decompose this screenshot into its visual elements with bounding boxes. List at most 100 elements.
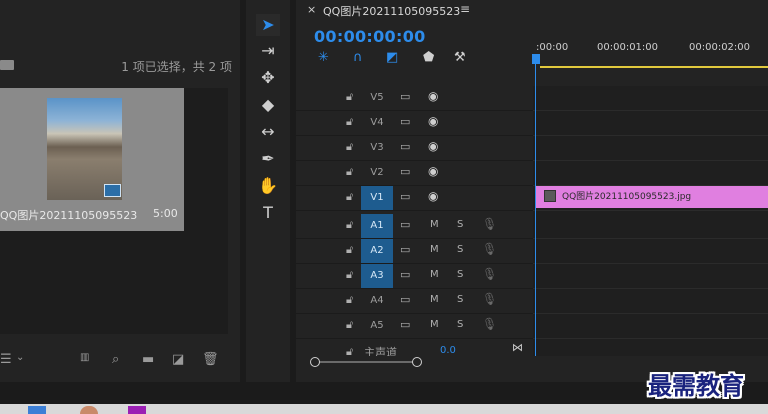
ripple-edit-tool-icon[interactable]: ✥ — [256, 67, 280, 89]
track-header-a2: 🔓︎ A2 ▭ M S 🎙︎ — [296, 239, 533, 264]
playhead-line[interactable] — [535, 64, 536, 356]
settings-wrench-icon[interactable]: ⚒ — [454, 50, 466, 65]
solo-button[interactable]: S — [457, 244, 463, 255]
type-tool-icon[interactable]: T — [256, 202, 280, 224]
lock-icon[interactable]: 🔓︎ — [346, 190, 353, 204]
mic-icon[interactable]: 🎙︎ — [482, 267, 497, 281]
eye-icon[interactable]: ◉ — [428, 189, 438, 203]
master-volume-value[interactable]: 0.0 — [440, 345, 456, 356]
sync-lock-icon[interactable]: ▭ — [400, 318, 410, 331]
add-marker-icon[interactable]: ⬟ — [423, 50, 434, 65]
selection-tool-icon[interactable]: ➤ — [256, 14, 280, 36]
track-name[interactable]: V4 — [361, 111, 393, 135]
eye-icon[interactable]: ◉ — [428, 89, 438, 103]
fx-badge-icon — [544, 190, 556, 202]
track-name[interactable]: A1 — [361, 214, 393, 238]
lane-v5[interactable] — [533, 86, 768, 111]
playhead-handle[interactable] — [532, 54, 540, 64]
track-name[interactable]: V5 — [361, 86, 393, 110]
lock-icon[interactable]: 🔓︎ — [346, 140, 353, 154]
track-name[interactable]: V3 — [361, 136, 393, 160]
lock-icon[interactable]: 🔓︎ — [346, 90, 353, 104]
track-name[interactable]: V2 — [361, 161, 393, 185]
solo-button[interactable]: S — [457, 219, 463, 230]
mic-icon[interactable]: 🎙︎ — [482, 292, 497, 306]
track-header-a4: 🔓︎ A4 ▭ M S 🎙︎ — [296, 289, 533, 314]
track-name[interactable]: A2 — [361, 239, 393, 263]
sync-lock-icon[interactable]: ▭ — [400, 190, 410, 203]
lock-icon[interactable]: 🔓︎ — [346, 268, 353, 282]
track-name[interactable]: A5 — [361, 314, 393, 338]
lock-icon[interactable]: 🔓︎ — [346, 243, 353, 257]
lock-icon[interactable]: 🔓︎ — [346, 165, 353, 179]
eye-icon[interactable]: ◉ — [428, 139, 438, 153]
lane-a4[interactable] — [533, 289, 768, 314]
razor-tool-icon[interactable]: ◆ — [256, 94, 280, 116]
taskbar-app-icon[interactable] — [80, 406, 98, 414]
storyboard-icon[interactable]: ▥ — [80, 352, 89, 363]
taskbar-app-icon[interactable] — [128, 406, 146, 414]
ruler-label: :00:00 — [536, 42, 569, 53]
lane-a3[interactable] — [533, 264, 768, 289]
mic-icon[interactable]: 🎙︎ — [482, 217, 497, 231]
sync-lock-icon[interactable]: ▭ — [400, 90, 410, 103]
solo-button[interactable]: S — [457, 269, 463, 280]
mute-button[interactable]: M — [430, 319, 439, 330]
mute-button[interactable]: M — [430, 244, 439, 255]
sync-lock-icon[interactable]: ▭ — [400, 268, 410, 281]
scroll-handle-right[interactable] — [412, 357, 422, 367]
zoom-scrollbar[interactable] — [314, 361, 418, 363]
slip-tool-icon[interactable]: ↔ — [256, 121, 280, 143]
new-item-icon[interactable]: ◪ — [172, 352, 184, 367]
mute-button[interactable]: M — [430, 269, 439, 280]
taskbar-app-icon[interactable] — [28, 406, 46, 414]
track-lanes[interactable] — [533, 86, 768, 356]
mute-button[interactable]: M — [430, 219, 439, 230]
linked-selection-icon[interactable]: ◩ — [386, 50, 398, 65]
scroll-handle-left[interactable] — [310, 357, 320, 367]
pen-tool-icon[interactable]: ✒ — [256, 148, 280, 170]
work-area-bar[interactable] — [540, 66, 768, 68]
list-view-icon[interactable]: ☰ — [0, 352, 12, 367]
snap-icon[interactable]: ∩ — [353, 50, 363, 65]
trash-icon[interactable]: 🗑 — [202, 352, 219, 367]
sync-lock-icon[interactable]: ▭ — [400, 243, 410, 256]
sync-lock-icon[interactable]: ▭ — [400, 140, 410, 153]
lane-a5[interactable] — [533, 314, 768, 339]
lane-v4[interactable] — [533, 111, 768, 136]
eye-icon[interactable]: ◉ — [428, 114, 438, 128]
track-select-tool-icon[interactable]: ⇥ — [256, 40, 280, 62]
lock-icon[interactable]: 🔓︎ — [346, 318, 353, 332]
lane-a1[interactable] — [533, 214, 768, 239]
track-name[interactable]: A4 — [361, 289, 393, 313]
eye-icon[interactable]: ◉ — [428, 164, 438, 178]
new-bin-icon[interactable]: ▬ — [142, 352, 154, 367]
solo-button[interactable]: S — [457, 319, 463, 330]
sync-lock-icon[interactable]: ▭ — [400, 218, 410, 231]
go-to-end-icon[interactable]: ⋈ — [512, 341, 523, 354]
close-icon[interactable]: × — [307, 3, 316, 16]
lock-icon[interactable]: 🔓︎ — [346, 115, 353, 129]
find-icon[interactable]: ⌕ — [112, 352, 119, 367]
mic-icon[interactable]: 🎙︎ — [482, 242, 497, 256]
solo-button[interactable]: S — [457, 294, 463, 305]
lane-v3[interactable] — [533, 136, 768, 161]
nest-icon[interactable]: ✳ — [318, 50, 329, 65]
menu-icon[interactable]: ≡ — [460, 2, 470, 16]
playhead-timecode[interactable]: 00:00:00:00 — [314, 27, 426, 46]
clip-label: QQ图片20211105095523.jpg — [562, 192, 692, 202]
mute-button[interactable]: M — [430, 294, 439, 305]
track-name[interactable]: V1 — [361, 186, 393, 210]
sync-lock-icon[interactable]: ▭ — [400, 115, 410, 128]
chevron-down-icon[interactable]: ⌄ — [16, 352, 24, 363]
mic-icon[interactable]: 🎙︎ — [482, 317, 497, 331]
lane-v2[interactable] — [533, 161, 768, 186]
lock-icon[interactable]: 🔓︎ — [346, 293, 353, 307]
hand-tool-icon[interactable]: ✋ — [256, 175, 280, 197]
sync-lock-icon[interactable]: ▭ — [400, 165, 410, 178]
lane-a2[interactable] — [533, 239, 768, 264]
track-name[interactable]: A3 — [361, 264, 393, 288]
lock-icon[interactable]: 🔓︎ — [346, 218, 353, 232]
sync-lock-icon[interactable]: ▭ — [400, 293, 410, 306]
timeline-tab-title[interactable]: QQ图片20211105095523 — [323, 3, 460, 19]
